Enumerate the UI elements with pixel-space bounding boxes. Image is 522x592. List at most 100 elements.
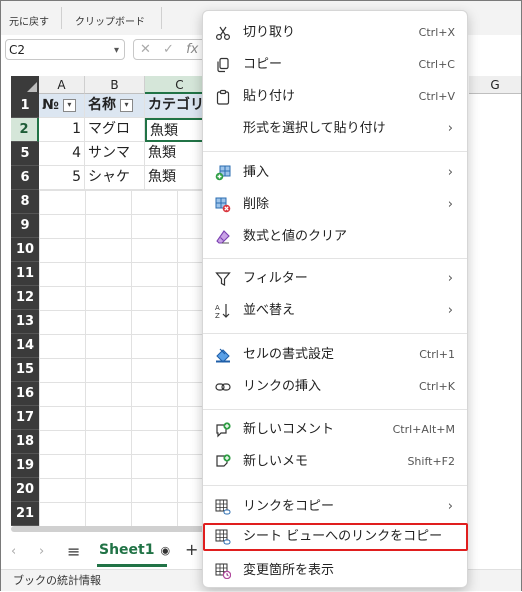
menu-item-paste[interactable]: 貼り付け Ctrl+V: [209, 83, 461, 111]
menu-item-clear-contents[interactable]: 数式と値のクリア: [209, 223, 461, 251]
menu-item-new-note[interactable]: 新しいメモ Shift+F2: [209, 448, 461, 476]
row-header[interactable]: 20: [11, 478, 39, 502]
column-header-a[interactable]: A: [39, 76, 85, 94]
row-header[interactable]: 21: [11, 502, 39, 526]
table-cell[interactable]: 5: [39, 166, 85, 190]
row-header[interactable]: 14: [11, 334, 39, 358]
filter-dropdown-icon[interactable]: ▾: [120, 98, 133, 112]
menu-item-label: 挿入: [243, 165, 270, 180]
menu-item-sort[interactable]: AZ 並べ替え ›: [209, 297, 461, 325]
table-header-cell[interactable]: 名称 ▾: [85, 94, 145, 118]
menu-item-filter[interactable]: フィルター ›: [209, 265, 461, 293]
context-menu: 切り取り Ctrl+X コピー Ctrl+C 貼り付け Ctrl+V 形式を選択…: [202, 10, 468, 588]
sheet-view-link-icon: [215, 529, 231, 545]
all-sheets-menu-icon[interactable]: ≡: [67, 542, 80, 561]
menu-item-shortcut: Ctrl+V: [418, 90, 455, 103]
new-note-icon: [216, 454, 231, 467]
table-cell[interactable]: 4: [39, 142, 85, 166]
menu-divider: [203, 151, 467, 152]
table-header-cell[interactable]: № ▾: [39, 94, 85, 118]
ribbon-group-undo[interactable]: 元に戻す: [9, 13, 49, 28]
chevron-down-icon[interactable]: ▾: [114, 40, 119, 61]
add-sheet-icon[interactable]: +: [185, 540, 198, 559]
menu-item-shortcut: Shift+F2: [407, 455, 455, 468]
svg-text:A: A: [215, 304, 220, 312]
name-box[interactable]: C2 ▾: [5, 39, 125, 60]
gridlines: [39, 190, 215, 526]
menu-item-shortcut: Ctrl+Alt+M: [392, 423, 455, 436]
row-header[interactable]: 1: [11, 94, 39, 118]
menu-item-label: リンクの挿入: [243, 379, 322, 394]
column-header-b[interactable]: B: [85, 76, 145, 94]
confirm-icon[interactable]: ✓: [163, 42, 174, 57]
insert-icon: [215, 165, 231, 181]
menu-item-insert-link[interactable]: リンクの挿入 Ctrl+K: [209, 373, 461, 401]
menu-item-label: フィルター: [243, 271, 308, 286]
horizontal-scrollbar[interactable]: [11, 526, 211, 532]
menu-item-insert[interactable]: 挿入 ›: [209, 159, 461, 187]
menu-item-delete[interactable]: 削除 ›: [209, 191, 461, 219]
menu-item-copy[interactable]: コピー Ctrl+C: [209, 51, 461, 79]
select-all-corner[interactable]: [11, 76, 39, 94]
scissors-icon: [215, 26, 231, 41]
row-header[interactable]: 10: [11, 238, 39, 262]
chevron-right-icon: ›: [447, 197, 453, 212]
menu-divider: [203, 409, 467, 410]
chevron-left-icon[interactable]: ‹: [11, 544, 16, 559]
row-header[interactable]: 16: [11, 382, 39, 406]
ribbon-separator: [61, 7, 62, 29]
row-header[interactable]: 17: [11, 406, 39, 430]
menu-item-format-cells[interactable]: セルの書式設定 Ctrl+1: [209, 341, 461, 369]
chevron-right-icon: ›: [447, 499, 453, 514]
ribbon-group-clipboard[interactable]: クリップボード: [75, 13, 145, 28]
menu-item-label: セルの書式設定: [243, 347, 335, 362]
svg-text:Z: Z: [215, 312, 220, 319]
chevron-right-icon: ›: [447, 121, 453, 136]
row-header[interactable]: 11: [11, 262, 39, 286]
show-changes-icon: [215, 563, 231, 579]
menu-item-copy-link[interactable]: リンクをコピー ›: [209, 493, 461, 521]
menu-divider: [203, 258, 467, 259]
copy-icon: [217, 57, 229, 73]
row-header[interactable]: 13: [11, 310, 39, 334]
cancel-icon[interactable]: ✕: [140, 42, 151, 57]
menu-item-paste-special[interactable]: 形式を選択して貼り付け ›: [209, 115, 461, 143]
row-header[interactable]: 12: [11, 286, 39, 310]
menu-item-shortcut: Ctrl+X: [418, 26, 455, 39]
fx-label[interactable]: fx: [186, 42, 198, 57]
table-cell[interactable]: サンマ: [85, 142, 145, 166]
menu-item-label: 新しいメモ: [243, 454, 309, 469]
active-sheet-indicator: [97, 564, 167, 567]
row-header[interactable]: 9: [11, 214, 39, 238]
table-cell[interactable]: 1: [39, 118, 85, 142]
header-text: 名称: [88, 97, 116, 113]
table-cell[interactable]: シャケ: [85, 166, 145, 190]
row-header[interactable]: 2: [11, 118, 39, 142]
row-header[interactable]: 18: [11, 430, 39, 454]
chevron-right-icon[interactable]: ›: [39, 544, 44, 559]
menu-item-show-changes[interactable]: 変更箇所を表示: [209, 557, 461, 585]
sheet-view-icon: ◉: [160, 544, 171, 557]
column-header-g[interactable]: G: [469, 76, 521, 94]
chevron-right-icon: ›: [447, 271, 453, 286]
menu-item-copy-sheet-view-link[interactable]: シート ビューへのリンクをコピー: [203, 523, 468, 551]
sort-icon: AZ: [215, 304, 230, 319]
menu-item-label: 形式を選択して貼り付け: [243, 121, 386, 136]
menu-divider: [203, 333, 467, 334]
row-header[interactable]: 19: [11, 454, 39, 478]
row-header[interactable]: 15: [11, 358, 39, 382]
menu-item-label: 削除: [243, 197, 270, 212]
formula-controls[interactable]: ✕ ✓ fx: [133, 39, 213, 60]
copy-link-icon: [215, 499, 231, 515]
row-header[interactable]: 8: [11, 190, 39, 214]
sheet-tab[interactable]: Sheet1 ◉: [99, 542, 170, 558]
menu-item-label: シート ビューへのリンクをコピー: [243, 529, 443, 544]
row-header[interactable]: 5: [11, 142, 39, 166]
row-header[interactable]: 6: [11, 166, 39, 190]
table-cell[interactable]: マグロ: [85, 118, 145, 142]
menu-item-new-comment[interactable]: 新しいコメント Ctrl+Alt+M: [209, 416, 461, 444]
ribbon-separator: [161, 7, 162, 29]
menu-item-cut[interactable]: 切り取り Ctrl+X: [209, 19, 461, 47]
filter-dropdown-icon[interactable]: ▾: [62, 98, 76, 112]
menu-item-label: 新しいコメント: [243, 422, 335, 437]
